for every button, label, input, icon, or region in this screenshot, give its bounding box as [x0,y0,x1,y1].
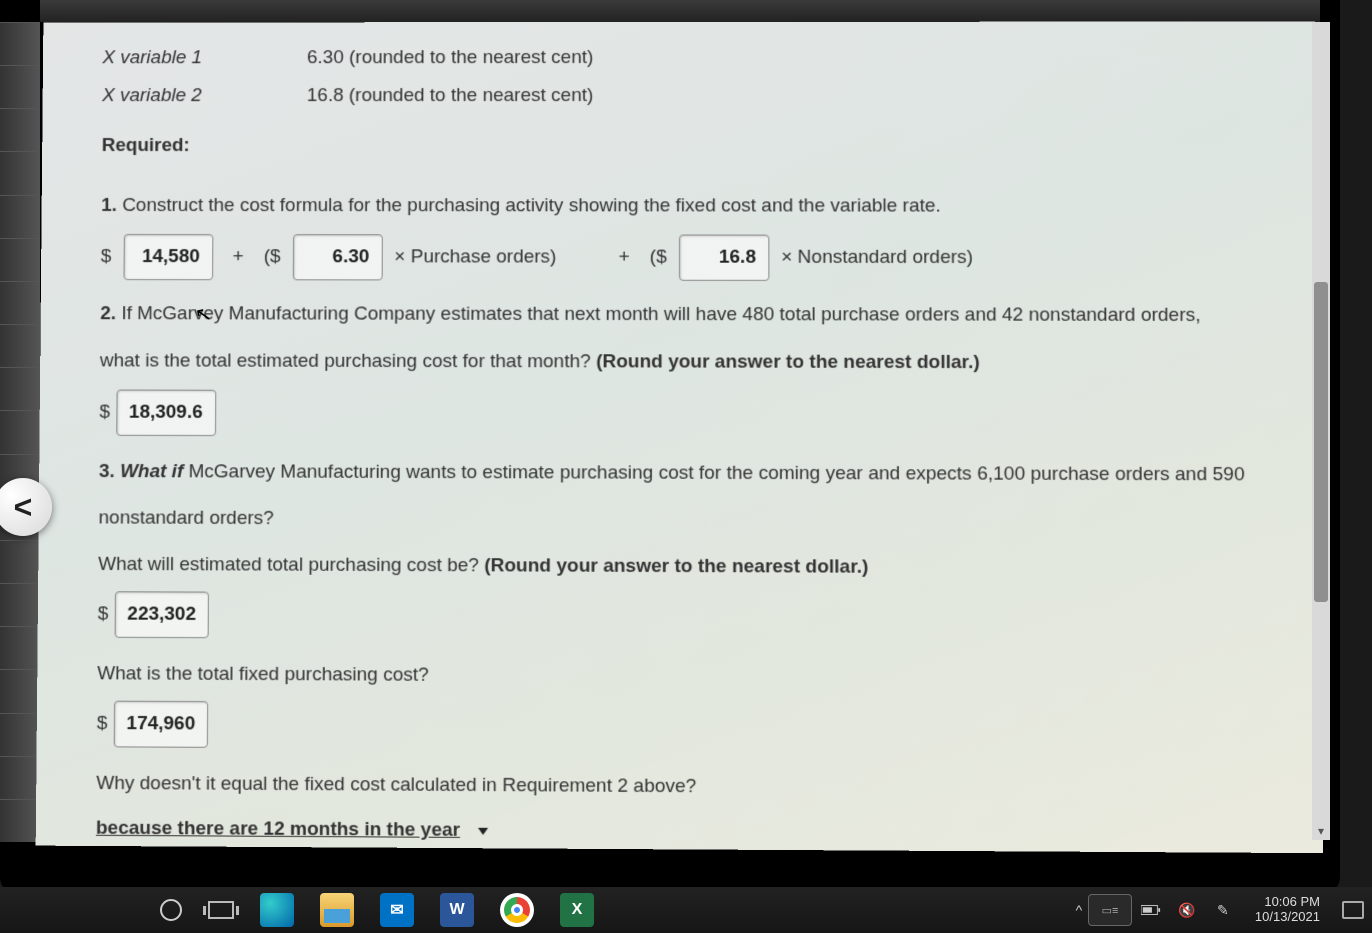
battery-icon[interactable] [1141,900,1161,920]
pen-icon[interactable]: ✎ [1213,900,1233,920]
question-3-sub2: What is the total fixed purchasing cost? [97,656,1289,698]
question-3-sub1: What will estimated total purchasing cos… [98,547,1288,588]
question-3-text-b: nonstandard orders? [98,507,273,529]
dollar-sign: $ [101,239,112,275]
question-3-sub1-text: What will estimated total purchasing cos… [98,554,484,577]
document-viewport: X variable 1 6.30 (rounded to the neares… [36,21,1323,853]
question-1: 1. Construct the cost formula for the pu… [101,188,1285,225]
open-paren-2: ($ [650,240,667,276]
x-variable-1-value: 6.30 (rounded to the nearest cent) [307,40,593,76]
x-variable-1-label: X variable 1 [102,40,251,76]
x-variable-2-value: 16.8 (rounded to the nearest cent) [307,78,594,114]
question-2-round-note: (Round your answer to the nearest dollar… [596,351,980,373]
action-center-icon[interactable] [1342,901,1364,919]
file-explorer-app-icon[interactable] [320,893,354,927]
chevron-down-icon [478,828,488,835]
question-2-number: 2. [100,304,116,325]
what-if-label: What if [120,461,183,482]
question-3-sub1-round: (Round your answer to the nearest dollar… [484,555,868,578]
question-2-answer-row: $ 18,309.6 [99,389,1286,438]
fixed-cost-input[interactable]: 14,580 [123,234,213,280]
question-3-text-a: McGarvey Manufacturing wants to estimate… [188,461,1244,485]
vertical-scrollbar[interactable]: ▾ [1312,22,1330,840]
word-app-icon[interactable]: W [440,893,474,927]
dollar-sign: $ [99,394,110,430]
x-variable-2-row: X variable 2 16.8 (rounded to the neares… [102,78,1284,114]
volume-muted-icon[interactable]: 🔇 [1177,900,1197,920]
question-3-sub3: Why doesn't it equal the fixed cost calc… [96,766,1290,809]
edge-app-icon[interactable] [260,893,294,927]
system-clock[interactable]: 10:06 PM 10/13/2021 [1249,895,1326,925]
question-3-sub2-answer-row: $ 174,960 [97,701,1290,754]
microsoft-store-app-icon[interactable] [620,895,650,925]
question-3-sub1-answer-input[interactable]: 223,302 [114,591,209,638]
left-strip [0,22,40,842]
clock-date: 10/13/2021 [1255,910,1320,925]
question-3-sub1-answer-row: $ 223,302 [98,591,1289,643]
mail-app-icon[interactable] [380,893,414,927]
question-2-text-b: what is the total estimated purchasing c… [100,350,596,372]
excel-letter: X [572,901,583,919]
question-3-line2: nonstandard orders? [98,500,1287,540]
plus-sign-1: + [225,239,252,275]
question-2-line2: what is the total estimated purchasing c… [100,343,1286,382]
x-variable-1-row: X variable 1 6.30 (rounded to the neares… [102,40,1283,77]
question-3-sub2-answer-input[interactable]: 174,960 [113,701,208,748]
browser-toolbar [40,0,1320,22]
plus-sign-2: + [611,240,638,276]
question-2-text-a: If McGarvey Manufacturing Company estima… [121,304,1200,327]
question-3: 3. What if McGarvey Manufacturing wants … [99,454,1287,494]
cortana-icon[interactable] [160,899,182,921]
open-paren-1: ($ [264,240,281,276]
question-3-sub3-answer-row: because there are 12 months in the year [96,811,1291,853]
required-heading: Required: [102,128,1285,164]
tray-chevron-icon[interactable]: ^ [1069,900,1089,920]
nonstandard-orders-label: × Nonstandard orders) [781,240,973,277]
question-2: 2. If McGarvey Manufacturing Company est… [100,297,1285,335]
scroll-down-button[interactable]: ▾ [1312,822,1330,840]
question-3-number: 3. [99,461,115,482]
variable-rate-2-input[interactable]: 16.8 [679,235,769,281]
dollar-sign: $ [97,706,108,743]
dollar-sign: $ [98,596,109,633]
task-view-icon[interactable] [208,901,234,919]
excel-app-icon[interactable]: X [560,893,594,927]
word-letter: W [449,901,464,919]
question-3-sub3-dropdown[interactable]: because there are 12 months in the year [96,811,495,851]
news-widget-icon[interactable]: ▭≡ [1088,894,1132,926]
cost-formula-line: $ 14,580 + ($ 6.30 × Purchase orders) + … [101,234,1286,282]
question-2-answer-input[interactable]: 18,309.6 [116,389,216,436]
purchase-orders-label: × Purchase orders) [394,240,556,276]
x-variable-2-label: X variable 2 [102,78,251,114]
scrollbar-thumb[interactable] [1314,282,1328,602]
variable-rate-1-input[interactable]: 6.30 [292,235,382,281]
clock-time: 10:06 PM [1255,895,1320,910]
question-1-text: Construct the cost formula for the purch… [122,195,941,217]
question-3-sub3-selected: because there are 12 months in the year [96,811,460,850]
chrome-app-icon[interactable] [500,893,534,927]
question-1-number: 1. [101,195,117,216]
windows-taskbar[interactable]: W X ▭≡ ^ 🔇 ✎ 10:06 PM 10/13/2021 [0,887,1372,933]
